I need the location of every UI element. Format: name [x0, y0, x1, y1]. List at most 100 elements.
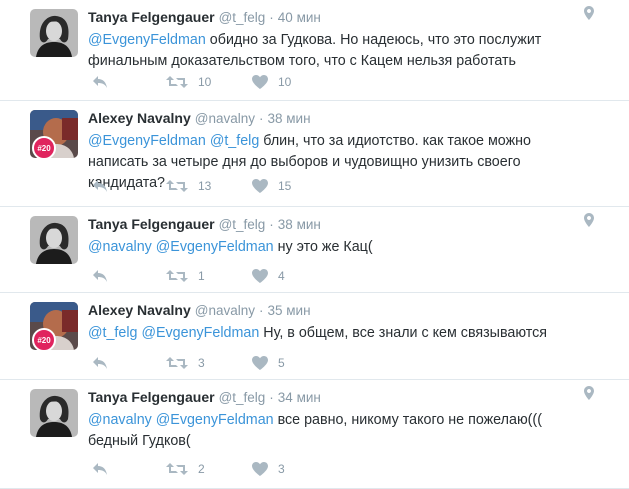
tweet-actions: 35 — [88, 354, 388, 372]
mention-link[interactable]: @EvgenyFeldman — [156, 412, 274, 428]
tweet-header: Tanya Felgengauer @t_felg · 34 мин — [88, 389, 321, 405]
separator: · — [258, 111, 264, 126]
avatar[interactable] — [30, 216, 78, 264]
retweet-icon — [166, 269, 188, 283]
separator: · — [269, 390, 274, 405]
author-name[interactable]: Alexey Navalny — [88, 110, 191, 126]
timestamp[interactable]: 35 мин — [267, 303, 310, 318]
tweet-text: @navalny @EvgenyFeldman все равно, ником… — [88, 410, 588, 452]
location-pin-icon[interactable] — [584, 213, 594, 232]
tweet-text: @t_felg @EvgenyFeldman Ну, в общем, все … — [88, 323, 588, 344]
tweet[interactable]: Tanya Felgengauer @t_felg · 38 мин @navalny … — [0, 207, 629, 293]
retweet-button[interactable]: 10 — [166, 73, 211, 91]
mention-link[interactable]: @EvgenyFeldman — [88, 133, 206, 149]
like-button[interactable]: 5 — [252, 354, 285, 372]
reply-button[interactable] — [92, 73, 108, 91]
like-button[interactable]: 3 — [252, 460, 285, 478]
separator: · — [269, 217, 274, 232]
author-name[interactable]: Tanya Felgengauer — [88, 9, 215, 25]
like-button[interactable]: 10 — [252, 73, 291, 91]
like-button[interactable]: 4 — [252, 267, 285, 285]
avatar[interactable]: #20 — [30, 110, 78, 158]
location-pin-icon[interactable] — [584, 386, 594, 405]
campaign-badge: #20 — [32, 328, 56, 350]
tweet-body: ну это же Кац( — [273, 239, 373, 255]
mention-link[interactable]: @EvgenyFeldman — [156, 239, 274, 255]
retweet-icon — [166, 356, 188, 370]
tweet-actions: 14 — [88, 267, 388, 285]
author-handle[interactable]: @t_felg — [219, 390, 266, 405]
like-count: 3 — [278, 462, 285, 476]
mention-link[interactable]: @t_felg — [210, 133, 260, 149]
tweet-actions: 10 10 — [88, 73, 388, 91]
timestamp[interactable]: 38 мин — [278, 217, 321, 232]
mention-link[interactable]: @t_felg — [88, 325, 138, 341]
tweet[interactable]: Tanya Felgengauer @t_felg · 40 мин @EvgenyFe… — [0, 0, 629, 101]
timestamp[interactable]: 40 мин — [278, 10, 321, 25]
avatar[interactable]: #20 — [30, 302, 78, 350]
retweet-count: 13 — [198, 179, 212, 193]
reply-icon — [92, 75, 108, 89]
author-handle[interactable]: @navalny — [195, 303, 255, 318]
tweet-header: Tanya Felgengauer @t_felg · 38 мин — [88, 216, 321, 232]
retweet-button[interactable]: 3 — [166, 354, 205, 372]
author-handle[interactable]: @navalny — [195, 111, 255, 126]
heart-icon — [252, 179, 268, 193]
retweet-icon — [166, 179, 188, 193]
tweet[interactable]: #20 Alexey Navalny @navalny · 38 мин @EvgenyF… — [0, 101, 629, 207]
mention-link[interactable]: @navalny — [88, 412, 152, 428]
retweet-count: 2 — [198, 462, 205, 476]
author-handle[interactable]: @t_felg — [219, 217, 266, 232]
like-count: 4 — [278, 269, 285, 283]
tweet-actions: 23 — [88, 460, 388, 478]
tweet[interactable]: Tanya Felgengauer @t_felg · 34 мин @navalny … — [0, 380, 629, 489]
reply-button[interactable] — [92, 354, 108, 372]
reply-button[interactable] — [92, 267, 108, 285]
author-name[interactable]: Tanya Felgengauer — [88, 216, 215, 232]
tweet[interactable]: #20 Alexey Navalny @navalny · 35 мин @t_felg … — [0, 293, 629, 380]
reply-icon — [92, 462, 108, 476]
author-handle[interactable]: @t_felg — [219, 10, 266, 25]
tweet-body: Ну, в общем, все знали с кем связываются — [259, 325, 548, 341]
retweet-icon — [166, 462, 188, 476]
like-button[interactable]: 15 — [252, 177, 291, 195]
badge-label: #20 — [37, 143, 51, 153]
heart-icon — [252, 356, 268, 370]
tweet-header: Alexey Navalny @navalny · 35 мин — [88, 302, 311, 318]
like-count: 10 — [278, 75, 292, 89]
timestamp[interactable]: 34 мин — [278, 390, 321, 405]
mention-link[interactable]: @EvgenyFeldman — [88, 32, 206, 48]
separator: · — [258, 303, 264, 318]
like-count: 5 — [278, 356, 285, 370]
retweet-count: 10 — [198, 75, 212, 89]
reply-button[interactable] — [92, 460, 108, 478]
timestamp[interactable]: 38 мин — [267, 111, 310, 126]
reply-icon — [92, 356, 108, 370]
retweet-button[interactable]: 2 — [166, 460, 205, 478]
retweet-count: 1 — [198, 269, 205, 283]
retweet-icon — [166, 75, 188, 89]
reply-icon — [92, 269, 108, 283]
separator: · — [269, 10, 274, 25]
retweet-button[interactable]: 1 — [166, 267, 205, 285]
tweet-actions: 13 15 — [88, 177, 388, 195]
tweet-text: @EvgenyFeldman обидно за Гудкова. Но над… — [88, 30, 588, 72]
tweet-header: Tanya Felgengauer @t_felg · 40 мин — [88, 9, 321, 25]
mention-link[interactable]: @navalny — [88, 239, 152, 255]
like-count: 15 — [278, 179, 292, 193]
location-pin-icon[interactable] — [584, 6, 594, 25]
avatar[interactable] — [30, 9, 78, 57]
avatar[interactable] — [30, 389, 78, 437]
retweet-count: 3 — [198, 356, 205, 370]
tweet-text: @navalny @EvgenyFeldman ну это же Кац( — [88, 237, 588, 258]
retweet-button[interactable]: 13 — [166, 177, 211, 195]
campaign-badge: #20 — [32, 136, 56, 158]
author-name[interactable]: Tanya Felgengauer — [88, 389, 215, 405]
mention-link[interactable]: @EvgenyFeldman — [141, 325, 259, 341]
heart-icon — [252, 462, 268, 476]
reply-button[interactable] — [92, 177, 108, 195]
badge-label: #20 — [37, 335, 51, 345]
heart-icon — [252, 269, 268, 283]
author-name[interactable]: Alexey Navalny — [88, 302, 191, 318]
tweet-header: Alexey Navalny @navalny · 38 мин — [88, 110, 311, 126]
